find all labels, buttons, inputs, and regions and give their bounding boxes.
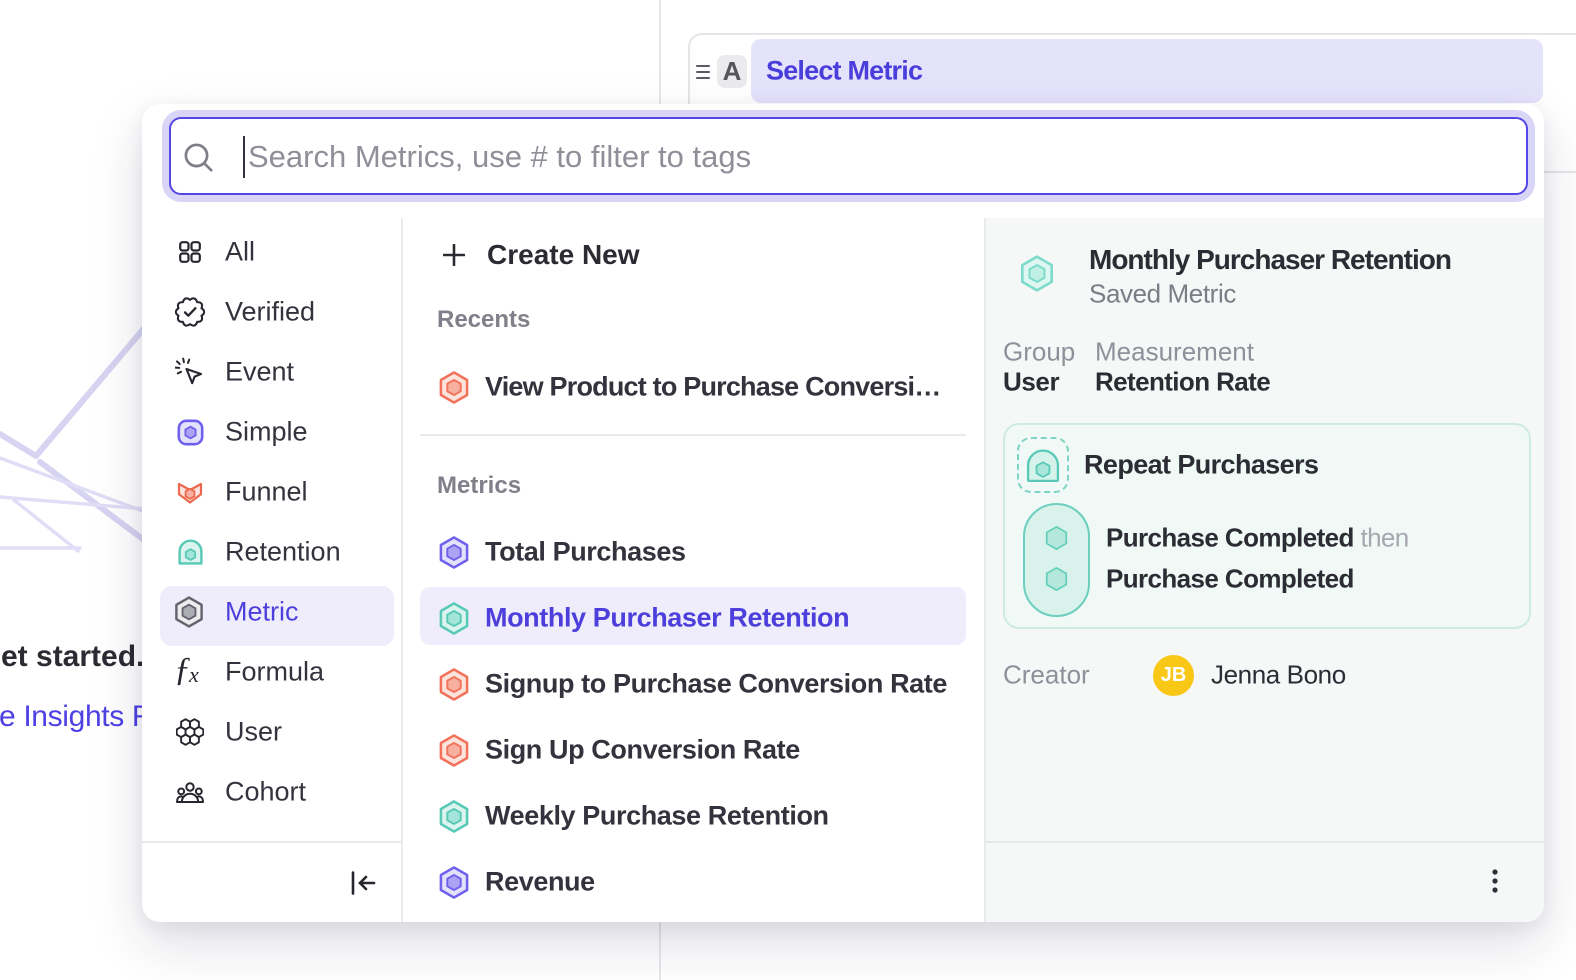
svg-text:x: x [188,662,199,687]
